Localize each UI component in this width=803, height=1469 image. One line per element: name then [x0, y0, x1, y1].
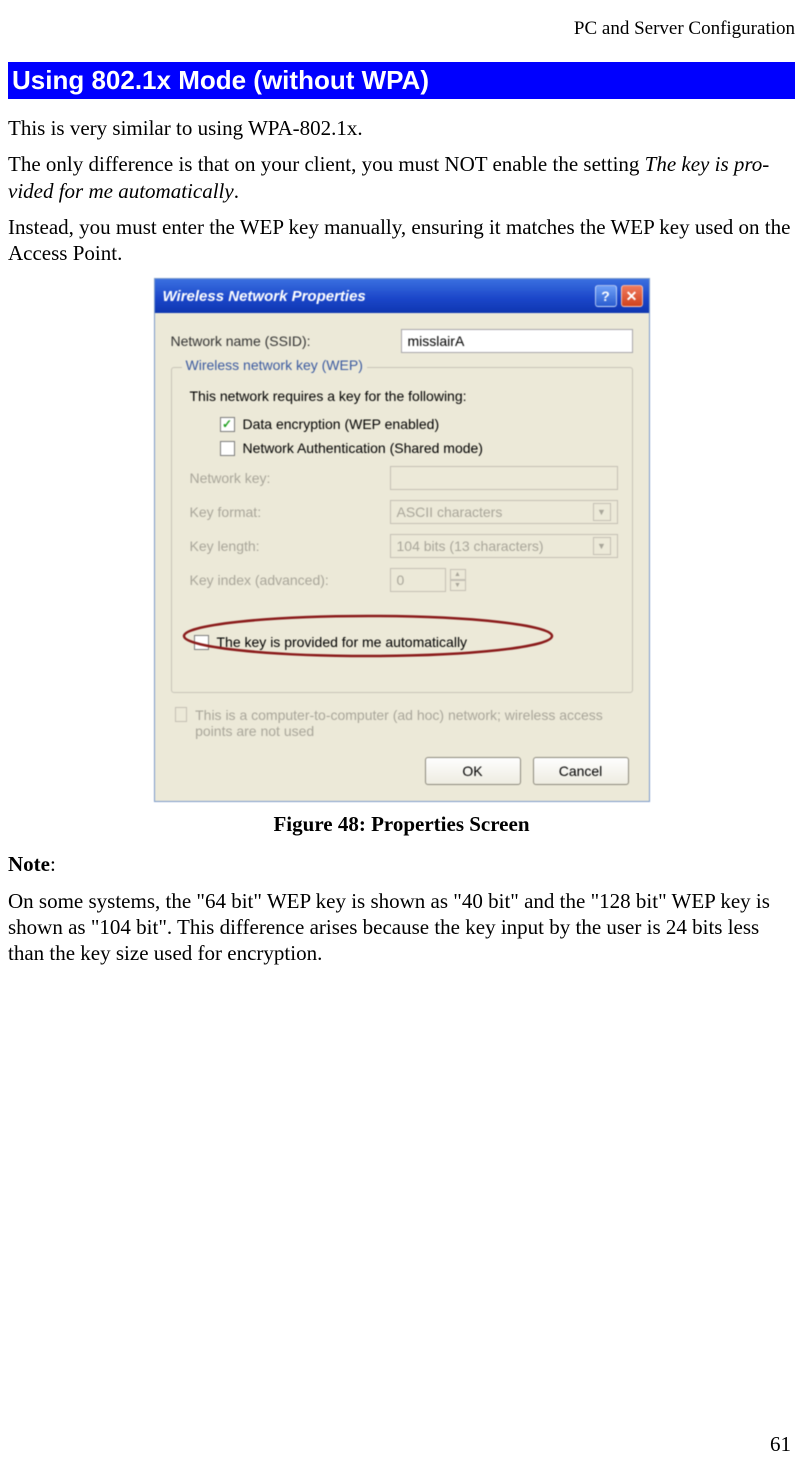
ssid-label: Network name (SSID): [171, 333, 401, 349]
wep-group-desc: This network requires a key for the foll… [190, 388, 618, 404]
dialog-titlebar: Wireless Network Properties ? ✕ [155, 279, 649, 313]
chevron-down-icon: ▼ [593, 537, 611, 555]
ok-button[interactable]: OK [425, 757, 521, 785]
note-label: Note [8, 852, 50, 876]
adhoc-label: This is a computer-to-computer (ad hoc) … [195, 707, 628, 739]
spinner-up-icon: ▲ [450, 569, 466, 580]
adhoc-row: This is a computer-to-computer (ad hoc) … [175, 707, 629, 739]
highlighted-option: The key is provided for me automatically [184, 618, 486, 668]
key-index-input: 0 [390, 568, 446, 592]
cancel-button[interactable]: Cancel [533, 757, 629, 785]
key-format-value: ASCII characters [397, 504, 503, 520]
dialog-window: Wireless Network Properties ? ✕ Network … [154, 278, 650, 802]
network-auth-label: Network Authentication (Shared mode) [243, 440, 483, 456]
page-number: 61 [770, 1432, 791, 1457]
page-header-right: PC and Server Configuration [8, 18, 795, 40]
section-title: Using 802.1x Mode (without WPA) [8, 62, 795, 99]
note-line: Note: [8, 851, 795, 877]
ssid-input[interactable] [401, 329, 633, 353]
chevron-down-icon: ▼ [593, 503, 611, 521]
network-key-input [390, 466, 618, 490]
wep-groupbox: Wireless network key (WEP) This network … [171, 367, 633, 693]
key-auto-checkbox[interactable] [194, 635, 209, 650]
key-index-value: 0 [397, 572, 405, 588]
spinner-down-icon: ▼ [450, 580, 466, 591]
key-format-select: ASCII characters ▼ [390, 500, 618, 524]
dialog-title: Wireless Network Properties [163, 288, 366, 305]
key-format-label: Key format: [190, 504, 390, 520]
paragraph-1: This is very similar to using WPA-802.1x… [8, 115, 795, 141]
paragraph-2: The only difference is that on your clie… [8, 151, 795, 204]
paragraph-2c: . [234, 179, 239, 203]
paragraph-3: Instead, you must enter the WEP key manu… [8, 214, 795, 267]
key-length-label: Key length: [190, 538, 390, 554]
figure-caption: Figure 48: Properties Screen [8, 812, 795, 837]
dialog-body: Network name (SSID): Wireless network ke… [155, 313, 649, 801]
note-colon: : [50, 852, 56, 876]
key-index-label: Key index (advanced): [190, 572, 390, 588]
data-encryption-checkbox[interactable]: ✓ [220, 417, 235, 432]
figure-wrap: Wireless Network Properties ? ✕ Network … [8, 278, 795, 837]
key-index-spinner: ▲ ▼ [450, 569, 466, 591]
key-length-select: 104 bits (13 characters) ▼ [390, 534, 618, 558]
paragraph-2a: The only difference is that on your clie… [8, 152, 645, 176]
network-auth-checkbox[interactable] [220, 441, 235, 456]
help-button[interactable]: ? [595, 285, 617, 307]
wep-group-legend: Wireless network key (WEP) [182, 357, 367, 373]
close-button[interactable]: ✕ [621, 285, 643, 307]
key-auto-label: The key is provided for me automatically [217, 634, 468, 650]
key-length-value: 104 bits (13 characters) [397, 538, 544, 554]
note-text: On some systems, the "64 bit" WEP key is… [8, 888, 795, 967]
network-key-label: Network key: [190, 470, 390, 486]
data-encryption-label: Data encryption (WEP enabled) [243, 416, 440, 432]
adhoc-checkbox [175, 707, 188, 722]
